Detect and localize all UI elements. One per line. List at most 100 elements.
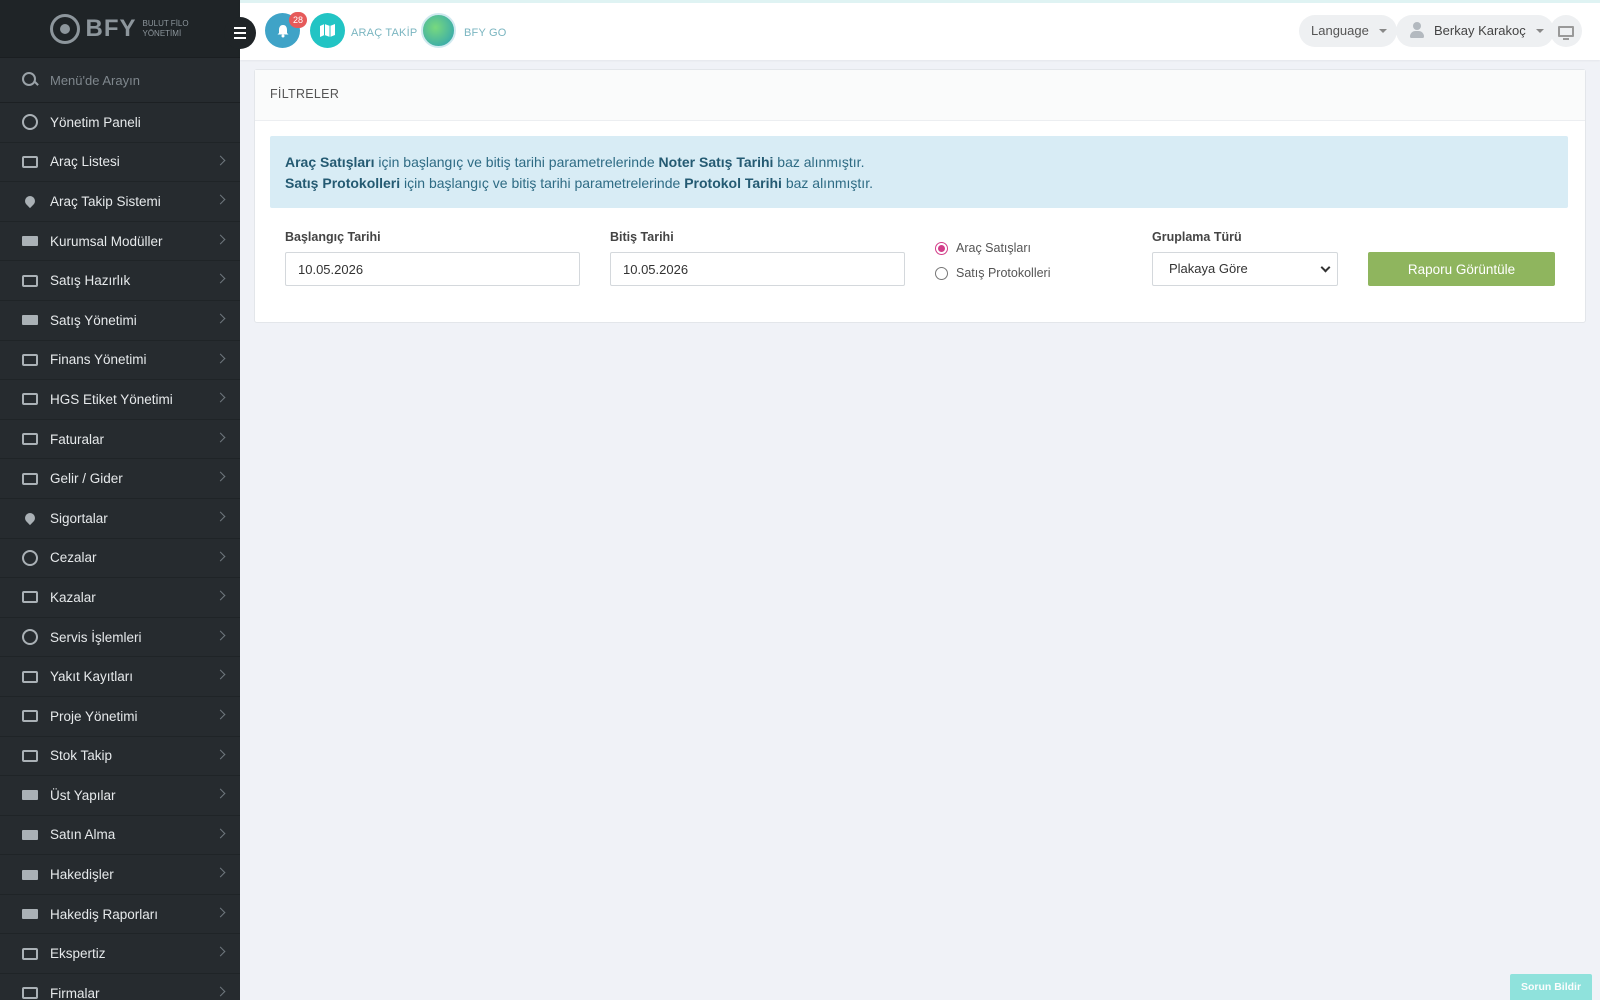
sidebar-item-label: Yönetim Paneli (50, 114, 141, 130)
sidebar-item-ekspertiz[interactable]: Ekspertiz (0, 934, 240, 975)
grouping-selected-value: Plakaya Göre (1169, 261, 1248, 276)
info-bold: Protokol Tarihi (684, 175, 782, 191)
sidebar-item-sigortalar[interactable]: Sigortalar (0, 499, 240, 539)
radio-satis-protokolleri[interactable]: Satış Protokolleri (935, 266, 1050, 280)
info-bold: Araç Satışları (285, 154, 375, 170)
sidebar-item-faturalar[interactable]: Faturalar (0, 420, 240, 460)
brand-logo[interactable]: BFY BULUT FİLO YÖNETİMİ (0, 0, 240, 58)
sidebar-item-label: Proje Yönetimi (50, 708, 138, 724)
view-report-button[interactable]: Raporu Görüntüle (1368, 252, 1555, 286)
radio-label: Araç Satışları (956, 241, 1032, 255)
info-bold: Satış Protokolleri (285, 175, 401, 191)
topbar: 28 ARAÇ TAKİP BFY GO Language Berkay Kar… (224, 0, 1600, 60)
truck-icon (20, 865, 40, 885)
bell-icon (277, 24, 288, 37)
file-icon (20, 429, 40, 449)
sidebar-item-label: Sigortalar (50, 510, 108, 526)
chevron-right-icon (215, 353, 226, 364)
report-issue-button[interactable]: Sorun Bildir (1510, 974, 1592, 1000)
radio-arac-satislari[interactable]: Araç Satışları (935, 241, 1031, 255)
sidebar-item-proje-yonetimi[interactable]: Proje Yönetimi (0, 697, 240, 737)
sidebar-item-label: Stok Takip (50, 748, 113, 764)
menu-toggle-button[interactable] (224, 17, 256, 49)
sidebar-item-label: Kazalar (50, 589, 96, 605)
brand-name: BFY (85, 14, 137, 42)
chevron-right-icon (215, 313, 226, 324)
grouping-select[interactable]: Plakaya Göre (1152, 252, 1338, 286)
menu-search-input[interactable] (50, 72, 220, 88)
sidebar-item-satis-hazirlik[interactable]: Satış Hazırlık (0, 261, 240, 301)
menu-search (0, 58, 240, 103)
radio-button[interactable] (935, 241, 948, 255)
car-crash-icon (20, 587, 40, 607)
user-name: Berkay Karakoç (1434, 23, 1526, 38)
sidebar-item-kurumsal-moduller[interactable]: Kurumsal Modüller (0, 222, 240, 262)
sidebar-item-ust-yapilar[interactable]: Üst Yapılar (0, 776, 240, 816)
sidebar-item-label: Üst Yapılar (50, 787, 116, 803)
sidebar-item-stok-takip[interactable]: Stok Takip (0, 737, 240, 777)
language-dropdown[interactable]: Language (1299, 15, 1397, 47)
info-text: için başlangıç ve bitiş tarihi parametre… (374, 154, 659, 170)
sidebar-item-label: Araç Listesi (50, 154, 120, 170)
fullscreen-button[interactable] (1550, 15, 1582, 47)
arac-takip-button[interactable] (310, 13, 345, 48)
list-alt-icon (20, 944, 40, 964)
chevron-right-icon (215, 234, 226, 245)
sidebar-item-arac-takip-sistemi[interactable]: Araç Takip Sistemi (0, 182, 240, 222)
sidebar-item-hakedis-raporlari[interactable]: Hakediş Raporları (0, 895, 240, 935)
sidebar-item-label: Satış Hazırlık (50, 273, 131, 289)
sidebar-item-gelir-gider[interactable]: Gelir / Gider (0, 459, 240, 499)
chevron-right-icon (215, 590, 226, 601)
info-text: baz alınmıştır. (781, 175, 873, 191)
chevron-right-icon (215, 709, 226, 720)
sidebar-item-label: Araç Takip Sistemi (50, 193, 161, 209)
radio-label: Satış Protokolleri (956, 266, 1051, 280)
sidebar-item-yakit-kayitlari[interactable]: Yakıt Kayıtları (0, 657, 240, 697)
sidebar-item-arac-listesi[interactable]: Araç Listesi (0, 143, 240, 183)
umbrella-icon (20, 508, 40, 528)
sidebar-item-yonetim-paneli[interactable]: Yönetim Paneli (0, 103, 240, 143)
chevron-right-icon (215, 511, 226, 522)
sidebar-item-label: Hakedişler (50, 867, 114, 883)
chevron-right-icon (215, 273, 226, 284)
fuel-pump-icon (20, 667, 40, 687)
chevron-right-icon (215, 749, 226, 759)
money-icon (20, 350, 40, 370)
sidebar-item-cezalar[interactable]: Cezalar (0, 539, 240, 579)
start-date-input[interactable] (285, 252, 580, 286)
user-menu-dropdown[interactable]: Berkay Karakoç (1396, 15, 1554, 47)
briefcase-icon (20, 706, 40, 726)
credit-card-icon (20, 310, 40, 330)
arac-takip-link[interactable]: ARAÇ TAKİP (351, 27, 417, 39)
sidebar-menu: Yönetim Paneli Araç Listesi Araç Takip S… (0, 103, 240, 1000)
info-text: için başlangıç ve bitiş tarihi parametre… (400, 175, 685, 191)
server-icon (20, 231, 40, 251)
start-date-label: Başlangıç Tarihi (285, 230, 381, 244)
chevron-right-icon (215, 471, 226, 482)
sidebar-item-label: Faturalar (50, 431, 105, 447)
sidebar-item-hakedisler[interactable]: Hakedişler (0, 855, 240, 895)
chevron-right-icon (215, 630, 226, 641)
radio-button[interactable] (935, 266, 948, 280)
sidebar-item-label: Cezalar (50, 550, 97, 566)
chevron-right-icon (215, 194, 226, 205)
end-date-input[interactable] (610, 252, 905, 286)
building-icon (20, 983, 40, 1000)
sidebar-item-kazalar[interactable]: Kazalar (0, 578, 240, 618)
grouping-label: Gruplama Türü (1152, 230, 1242, 244)
sidebar-item-label: Kurumsal Modüller (50, 233, 163, 249)
sidebar-item-firmalar[interactable]: Firmalar (0, 974, 240, 1000)
dashboard-icon (20, 112, 40, 132)
sidebar-item-label: Finans Yönetimi (50, 352, 147, 368)
bfy-go-logo-icon[interactable] (421, 13, 456, 48)
sidebar-item-label: Satış Yönetimi (50, 312, 137, 328)
sidebar-item-servis-islemleri[interactable]: Servis İşlemleri (0, 618, 240, 658)
sidebar-item-satin-alma[interactable]: Satın Alma (0, 816, 240, 856)
sidebar-item-satis-yonetimi[interactable]: Satış Yönetimi (0, 301, 240, 341)
bfy-go-link[interactable]: BFY GO (464, 27, 507, 39)
user-icon (1410, 22, 1424, 38)
filters-title: FİLTRELER (255, 70, 1585, 121)
sidebar-item-finans-yonetimi[interactable]: Finans Yönetimi (0, 341, 240, 381)
sidebar-item-hgs-etiket-yonetimi[interactable]: HGS Etiket Yönetimi (0, 380, 240, 420)
chevron-right-icon (215, 392, 226, 403)
